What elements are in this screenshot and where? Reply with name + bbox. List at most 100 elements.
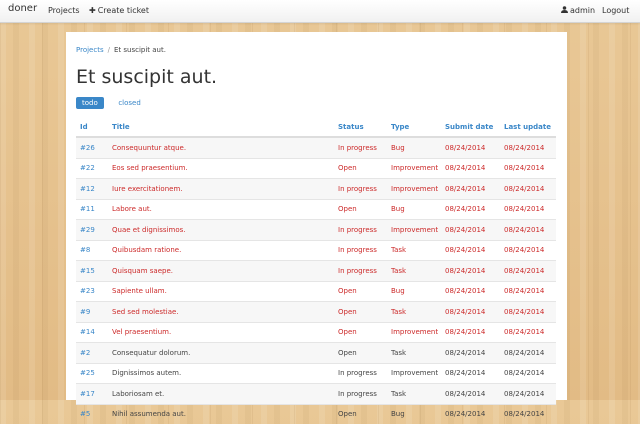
nav-create-ticket-link[interactable]: ✚ Create ticket: [89, 6, 149, 15]
breadcrumb-separator: /: [107, 46, 110, 54]
ticket-status: In progress: [334, 219, 387, 240]
column-header-id[interactable]: Id: [76, 118, 108, 138]
ticket-id-link[interactable]: #29: [76, 219, 108, 240]
ticket-last-update: 08/24/2014: [500, 280, 556, 302]
ticket-last-update: 08/24/2014: [500, 260, 556, 281]
ticket-last-update: 08/24/2014: [500, 198, 556, 220]
ticket-last-update: 08/24/2014: [500, 219, 556, 240]
ticket-title[interactable]: Eos sed praesentium.: [108, 157, 334, 179]
table-row[interactable]: #9 Sed sed molestiae. Open Task 08/24/2014 08…: [76, 301, 556, 322]
ticket-status: Open: [334, 403, 387, 424]
ticket-status: Open: [334, 321, 387, 343]
table-row[interactable]: #14 Vel praesentium. Open Improvement 08/24/…: [76, 321, 556, 343]
ticket-last-update: 08/24/2014: [500, 136, 556, 158]
table-row[interactable]: #8 Quibusdam ratione. In progress Task 08/24…: [76, 239, 556, 261]
page-title: Et suscipit aut.: [76, 66, 218, 88]
ticket-submit-date: 08/24/2014: [441, 260, 500, 281]
table-row[interactable]: #29 Quae et dignissimos. In progress Improv…: [76, 219, 556, 240]
ticket-id-link[interactable]: #15: [76, 260, 108, 281]
ticket-title[interactable]: Consequatur dolorum.: [108, 342, 334, 363]
ticket-submit-date: 08/24/2014: [441, 219, 500, 240]
ticket-title[interactable]: Iure exercitationem.: [108, 178, 334, 199]
ticket-submit-date: 08/24/2014: [441, 178, 500, 199]
ticket-type: Improvement: [387, 321, 441, 343]
table-row[interactable]: #5 Nihil assumenda aut. Open Bug 08/24/2014 0…: [76, 403, 556, 424]
table-row[interactable]: #22 Eos sed praesentium. Open Improvement 08…: [76, 157, 556, 179]
table-row[interactable]: #25 Dignissimos autem. In progress Improvem…: [76, 362, 556, 384]
ticket-submit-date: 08/24/2014: [441, 362, 500, 384]
nav-logout-link[interactable]: Logout: [602, 6, 629, 15]
ticket-status: Open: [334, 301, 387, 322]
table-row[interactable]: #23 Sapiente ullam. Open Bug 08/24/2014 08/24…: [76, 280, 556, 302]
ticket-status: Open: [334, 198, 387, 220]
ticket-id-link[interactable]: #14: [76, 321, 108, 343]
ticket-last-update: 08/24/2014: [500, 362, 556, 384]
ticket-id-link[interactable]: #22: [76, 157, 108, 179]
ticket-last-update: 08/24/2014: [500, 342, 556, 363]
nav-user-label: admin: [570, 6, 596, 15]
table-row[interactable]: #15 Quisquam saepe. In progress Task 08/24/2…: [76, 260, 556, 281]
breadcrumb-projects-link[interactable]: Projects: [76, 46, 104, 54]
nav-user-link[interactable]: admin: [561, 6, 595, 15]
nav-projects-link[interactable]: Projects: [48, 6, 80, 15]
tab-closed[interactable]: closed: [112, 97, 146, 109]
ticket-type: Task: [387, 239, 441, 261]
ticket-title[interactable]: Quibusdam ratione.: [108, 239, 334, 261]
ticket-id-link[interactable]: #9: [76, 301, 108, 322]
ticket-title[interactable]: Sed sed molestiae.: [108, 301, 334, 322]
brand-logo[interactable]: doner: [8, 3, 37, 14]
ticket-id-link[interactable]: #12: [76, 178, 108, 199]
ticket-id-link[interactable]: #23: [76, 280, 108, 302]
ticket-type: Bug: [387, 280, 441, 302]
column-header-type[interactable]: Type: [387, 118, 441, 138]
ticket-submit-date: 08/24/2014: [441, 198, 500, 220]
ticket-title[interactable]: Quae et dignissimos.: [108, 219, 334, 240]
ticket-title[interactable]: Dignissimos autem.: [108, 362, 334, 384]
ticket-status: In progress: [334, 260, 387, 281]
table-row[interactable]: #12 Iure exercitationem. In progress Improv…: [76, 178, 556, 199]
ticket-id-link[interactable]: #2: [76, 342, 108, 363]
ticket-status: Open: [334, 342, 387, 363]
ticket-id-link[interactable]: #17: [76, 383, 108, 404]
ticket-status: In progress: [334, 239, 387, 261]
ticket-id-link[interactable]: #26: [76, 136, 108, 158]
table-row[interactable]: #2 Consequatur dolorum. Open Task 08/24/2014…: [76, 342, 556, 363]
ticket-type: Task: [387, 260, 441, 281]
tab-todo[interactable]: todo: [76, 97, 104, 109]
table-header-row: Id Title Status Type Submit date Last up…: [76, 118, 556, 138]
ticket-last-update: 08/24/2014: [500, 403, 556, 424]
table-row[interactable]: #11 Labore aut. Open Bug 08/24/2014 08/24/201…: [76, 198, 556, 220]
ticket-title[interactable]: Quisquam saepe.: [108, 260, 334, 281]
column-header-title[interactable]: Title: [108, 118, 334, 138]
ticket-status: In progress: [334, 362, 387, 384]
nav-create-ticket-label: Create ticket: [97, 6, 149, 15]
ticket-id-link[interactable]: #5: [76, 403, 108, 424]
column-header-status[interactable]: Status: [334, 118, 387, 138]
ticket-type: Bug: [387, 198, 441, 220]
table-row[interactable]: #17 Laboriosam et. In progress Task 08/24/20…: [76, 383, 556, 404]
ticket-title[interactable]: Consequuntur atque.: [108, 136, 334, 158]
user-icon: [561, 6, 568, 15]
ticket-type: Improvement: [387, 178, 441, 199]
ticket-type: Improvement: [387, 219, 441, 240]
column-header-submit-date[interactable]: Submit date: [441, 118, 500, 138]
ticket-title[interactable]: Labore aut.: [108, 198, 334, 220]
ticket-id-link[interactable]: #8: [76, 239, 108, 261]
tickets-table: Id Title Status Type Submit date Last up…: [76, 118, 556, 424]
ticket-title[interactable]: Nihil assumenda aut.: [108, 403, 334, 424]
ticket-title[interactable]: Sapiente ullam.: [108, 280, 334, 302]
ticket-type: Improvement: [387, 157, 441, 179]
ticket-title[interactable]: Vel praesentium.: [108, 321, 334, 343]
ticket-id-link[interactable]: #11: [76, 198, 108, 220]
ticket-title[interactable]: Laboriosam et.: [108, 383, 334, 404]
ticket-type: Improvement: [387, 362, 441, 384]
column-header-last-update[interactable]: Last update: [500, 118, 556, 138]
breadcrumb: Projects / Et suscipit aut.: [76, 46, 166, 54]
ticket-last-update: 08/24/2014: [500, 321, 556, 343]
ticket-type: Task: [387, 383, 441, 404]
ticket-id-link[interactable]: #25: [76, 362, 108, 384]
plus-icon: ✚: [89, 6, 96, 15]
table-row[interactable]: #26 Consequuntur atque. In progress Bug 08/2…: [76, 136, 556, 158]
ticket-status: In progress: [334, 136, 387, 158]
ticket-type: Bug: [387, 403, 441, 424]
